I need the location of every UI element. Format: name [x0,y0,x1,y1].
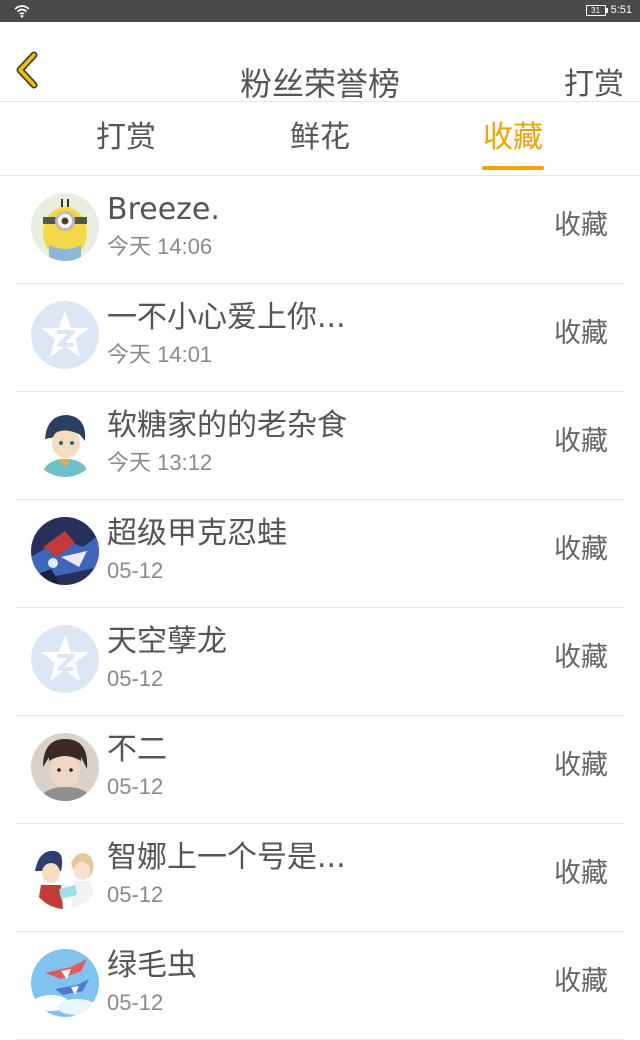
list-item[interactable]: 软糖家的的老杂食 今天 13:12 收藏 [0,392,640,500]
fan-time: 05-12 [107,558,164,583]
default-qzone-avatar-icon [31,301,99,369]
fan-action: 收藏 [554,858,608,889]
list-item[interactable]: 一不小心爱上你... 今天 14:01 收藏 [0,284,640,392]
fan-time: 05-12 [107,666,164,691]
tab-bar: 打赏 鲜花 收藏 [0,102,640,176]
fan-time: 05-12 [107,882,164,907]
fan-name: 不二 [107,732,167,767]
tab-flowers[interactable]: 鲜花 [260,120,380,156]
fan-name: 一不小心爱上你... [107,300,346,335]
fan-action: 收藏 [554,534,608,565]
fan-name: 天空孽龙 [107,624,227,659]
fan-name: Breeze. [107,192,220,227]
fan-action: 收藏 [554,750,608,781]
battery-level: 31 [591,5,601,15]
tab-favorites[interactable]: 收藏 [453,120,573,156]
minion-avatar-icon [31,193,99,261]
fan-list: Breeze. 今天 14:06 收藏 一不小心爱上你... 今天 14:01 … [0,176,640,1040]
latias-sky-avatar-icon [31,949,99,1017]
fan-name: 软糖家的的老杂食 [107,408,347,443]
list-item[interactable]: 天空孽龙 05-12 收藏 [0,608,640,716]
fan-time: 今天 13:12 [107,450,213,475]
fan-time: 今天 14:06 [107,234,213,259]
fan-time: 05-12 [107,990,164,1015]
wifi-icon [14,5,30,18]
fan-time: 今天 14:01 [107,342,213,367]
active-tab-indicator [482,166,544,170]
reward-button[interactable]: 打赏 [564,70,624,100]
fan-action: 收藏 [554,426,608,457]
list-item[interactable]: 超级甲克忍蛙 05-12 收藏 [0,500,640,608]
navigation-bar: 粉丝荣誉榜 打赏 [0,22,640,102]
fan-name: 超级甲克忍蛙 [107,516,287,551]
fan-name: 绿毛虫 [107,948,197,983]
fan-name: 智娜上一个号是... [107,840,346,875]
default-qzone-avatar-icon [31,625,99,693]
anime-boy-avatar-icon [31,409,99,477]
list-item[interactable]: 智娜上一个号是... 05-12 收藏 [0,824,640,932]
greninja-avatar-icon [31,517,99,585]
fan-action: 收藏 [554,966,608,997]
clock: 5:51 [610,4,632,16]
battery-icon: 31 [585,4,608,16]
photo-person-avatar-icon [31,733,99,801]
anime-couple-avatar-icon [31,841,99,909]
list-item[interactable]: 不二 05-12 收藏 [0,716,640,824]
fan-time: 05-12 [107,774,164,799]
fan-action: 收藏 [554,642,608,673]
page-title: 粉丝荣誉榜 [239,65,400,103]
fan-action: 收藏 [554,210,608,241]
fan-action: 收藏 [554,318,608,349]
list-item[interactable]: Breeze. 今天 14:06 收藏 [0,176,640,284]
tab-reward[interactable]: 打赏 [66,120,186,156]
status-bar: 31 5:51 [0,0,640,22]
